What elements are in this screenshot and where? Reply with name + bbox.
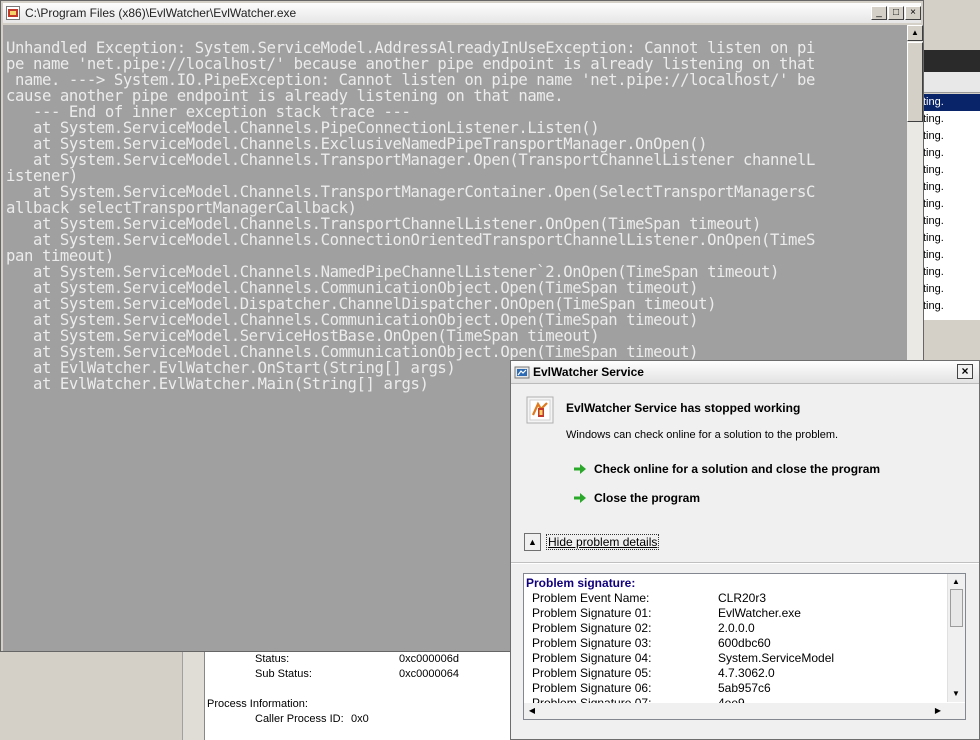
console-app-icon xyxy=(6,6,20,20)
signature-horizontal-scrollbar[interactable]: ◀ ▶ xyxy=(524,703,965,719)
event-list-item[interactable]: ting. xyxy=(923,145,980,162)
caller-pid-value: 0x0 xyxy=(351,713,369,725)
signature-vertical-scrollbar[interactable]: ▲ ▼ xyxy=(947,574,965,702)
console-title-bar[interactable]: C:\Program Files (x86)\EvlWatcher\EvlWat… xyxy=(3,3,921,23)
signature-key: Problem Event Name: xyxy=(532,591,650,605)
application-error-icon xyxy=(526,396,554,424)
signature-key: Problem Signature 03: xyxy=(532,636,652,650)
signature-key: Problem Signature 05: xyxy=(532,666,652,680)
minimize-button[interactable]: _ xyxy=(871,6,887,20)
process-info-label: Process Information: xyxy=(207,698,308,710)
green-arrow-icon xyxy=(574,464,586,474)
check-online-label: Check online for a solution and close th… xyxy=(594,462,881,476)
scrollbar-thumb[interactable] xyxy=(950,589,963,627)
signature-value: 5ab957c6 xyxy=(718,681,771,695)
signature-key: Problem Signature 04: xyxy=(532,651,652,665)
event-list-item[interactable]: ting. xyxy=(923,162,980,179)
hide-details-link[interactable]: Hide problem details xyxy=(545,534,660,550)
event-list-item[interactable]: ting. xyxy=(923,281,980,298)
dialog-title-bar[interactable]: EvlWatcher Service × xyxy=(511,361,979,384)
signature-value: CLR20r3 xyxy=(718,591,767,605)
caller-pid-label: Caller Process ID: xyxy=(255,713,344,725)
event-viewer-left-pane xyxy=(0,652,182,740)
divider-highlight xyxy=(511,563,979,564)
substatus-value: 0xc0000064 xyxy=(399,668,459,680)
signature-value: 2.0.0.0 xyxy=(718,621,755,635)
scroll-up-arrow-icon[interactable]: ▲ xyxy=(948,574,964,590)
error-dialog: EvlWatcher Service × EvlWatcher Service … xyxy=(510,360,980,740)
event-list-item[interactable]: ting. xyxy=(923,111,980,128)
scroll-right-arrow-icon[interactable]: ▶ xyxy=(930,703,946,719)
green-arrow-icon xyxy=(574,493,586,503)
event-list-item[interactable]: ting. xyxy=(923,264,980,281)
signature-value: EvlWatcher.exe xyxy=(718,606,801,620)
maximize-button[interactable]: □ xyxy=(888,6,904,20)
event-list-item[interactable]: ting. xyxy=(923,247,980,264)
scroll-up-arrow-icon[interactable]: ▲ xyxy=(907,25,923,41)
scrollbar-thumb[interactable] xyxy=(907,42,923,122)
event-detail-pane: Status: 0xc000006d Sub Status: 0xc000006… xyxy=(204,652,511,740)
details-toggle-button[interactable]: ▲ xyxy=(524,533,541,551)
signature-key: Problem Signature 02: xyxy=(532,621,652,635)
event-list-header xyxy=(922,72,980,93)
event-list-item[interactable]: ting. xyxy=(923,298,980,315)
status-label: Status: xyxy=(255,653,290,665)
dialog-heading: EvlWatcher Service has stopped working xyxy=(566,401,801,415)
event-list-item[interactable]: ting. xyxy=(923,230,980,247)
scroll-down-arrow-icon[interactable]: ▼ xyxy=(948,686,964,702)
status-value: 0xc000006d xyxy=(399,653,459,665)
dialog-close-button[interactable]: × xyxy=(957,364,973,379)
event-list-item[interactable]: ting. xyxy=(923,128,980,145)
event-list-item[interactable]: ting. xyxy=(923,179,980,196)
signature-key: Problem Signature 06: xyxy=(532,681,652,695)
signature-value: 600dbc60 xyxy=(718,636,771,650)
signature-key: Problem Signature 01: xyxy=(532,606,652,620)
event-list-item[interactable]: ting. xyxy=(923,94,980,111)
console-title: C:\Program Files (x86)\EvlWatcher\EvlWat… xyxy=(25,6,297,20)
service-app-icon xyxy=(514,366,530,379)
console-output-text: Unhandled Exception: System.ServiceModel… xyxy=(6,39,815,393)
substatus-label: Sub Status: xyxy=(255,668,312,680)
close-program-label: Close the program xyxy=(594,491,701,505)
dialog-subtext: Windows can check online for a solution … xyxy=(566,429,839,441)
event-list[interactable]: ting. ting. ting. ting. ting. ting. ting. ting.… xyxy=(922,94,980,320)
close-button[interactable]: × xyxy=(905,6,921,20)
dialog-title: EvlWatcher Service xyxy=(533,365,644,379)
scroll-left-arrow-icon[interactable]: ◀ xyxy=(524,703,540,719)
event-list-item[interactable]: ting. xyxy=(923,196,980,213)
event-viewer-toolbar xyxy=(922,50,980,72)
signature-value: 4.7.3062.0 xyxy=(718,666,775,680)
pane-splitter[interactable] xyxy=(182,652,206,740)
event-list-item[interactable]: ting. xyxy=(923,213,980,230)
signature-header: Problem signature: xyxy=(526,576,636,590)
signature-value: System.ServiceModel xyxy=(718,651,835,665)
problem-signature-box[interactable]: Problem signature: Problem Event Name: CL… xyxy=(523,573,966,720)
